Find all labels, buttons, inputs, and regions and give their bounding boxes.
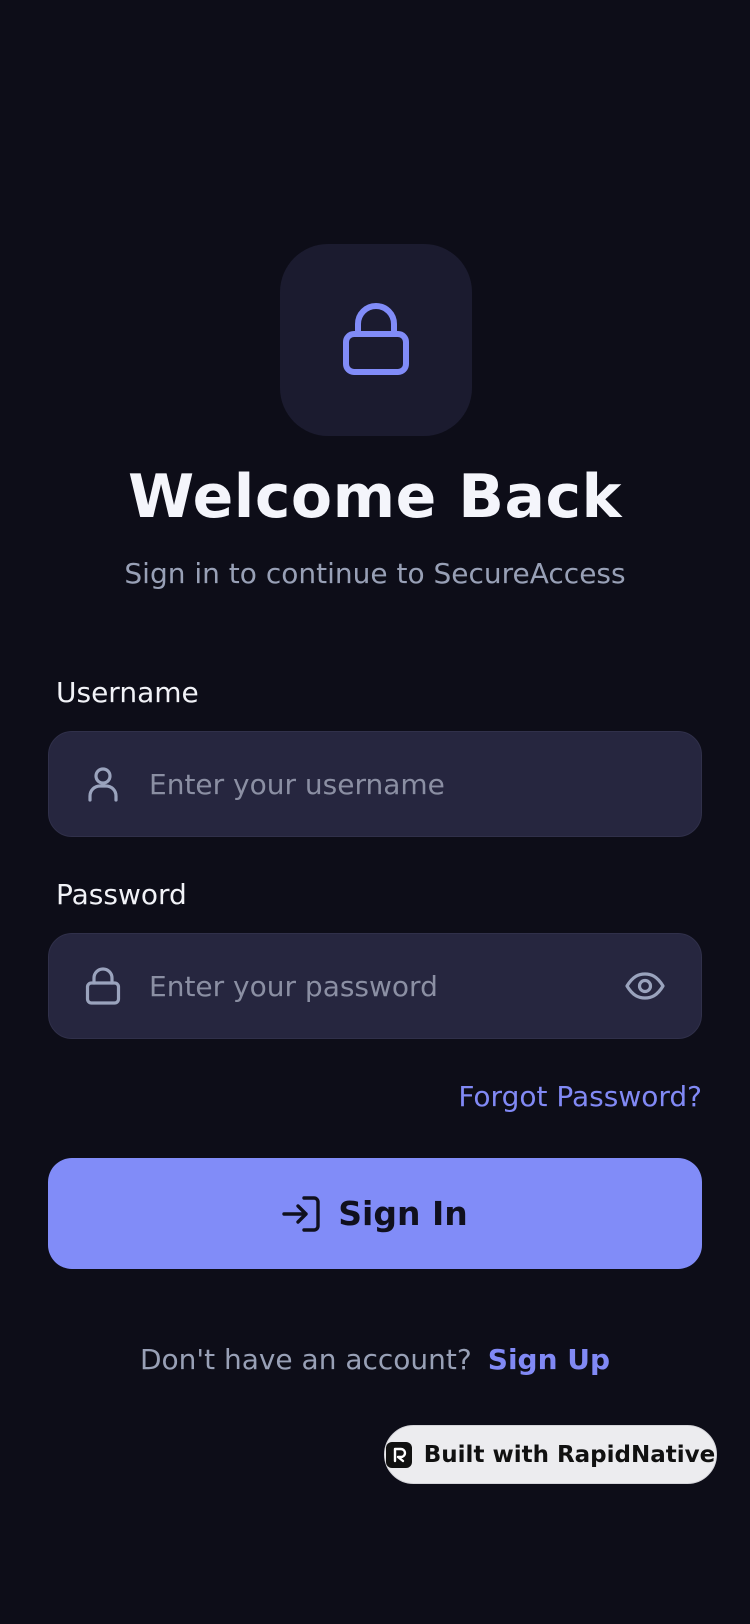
lock-icon <box>83 966 123 1006</box>
lock-icon <box>343 303 409 375</box>
signup-prompt-text: Don't have an account? <box>139 1343 472 1376</box>
password-input[interactable] <box>149 969 613 1003</box>
page-title: Welcome Back <box>128 462 622 532</box>
password-label: Password <box>56 878 187 911</box>
badge-label: Built with RapidNative <box>423 1441 716 1468</box>
forgot-password-link[interactable]: Forgot Password? <box>458 1080 702 1113</box>
user-icon <box>83 764 123 804</box>
signup-prompt-row: Don't have an account? Sign Up <box>0 1343 750 1376</box>
username-field[interactable] <box>48 731 702 837</box>
built-with-badge[interactable]: Built with RapidNative <box>384 1425 717 1484</box>
password-field[interactable] <box>48 933 702 1039</box>
app-logo <box>280 244 472 436</box>
page-subtitle: Sign in to continue to SecureAccess <box>124 557 626 590</box>
sign-up-link[interactable]: Sign Up <box>488 1343 610 1376</box>
sign-in-label: Sign In <box>338 1194 468 1233</box>
username-input[interactable] <box>149 767 701 801</box>
login-screen: Welcome Back Sign in to continue to Secu… <box>0 0 750 1624</box>
log-in-icon <box>282 1195 320 1232</box>
rapidnative-logo-icon <box>385 1441 412 1468</box>
eye-icon[interactable] <box>623 964 667 1008</box>
username-label: Username <box>56 676 199 709</box>
sign-in-button[interactable]: Sign In <box>48 1158 702 1269</box>
